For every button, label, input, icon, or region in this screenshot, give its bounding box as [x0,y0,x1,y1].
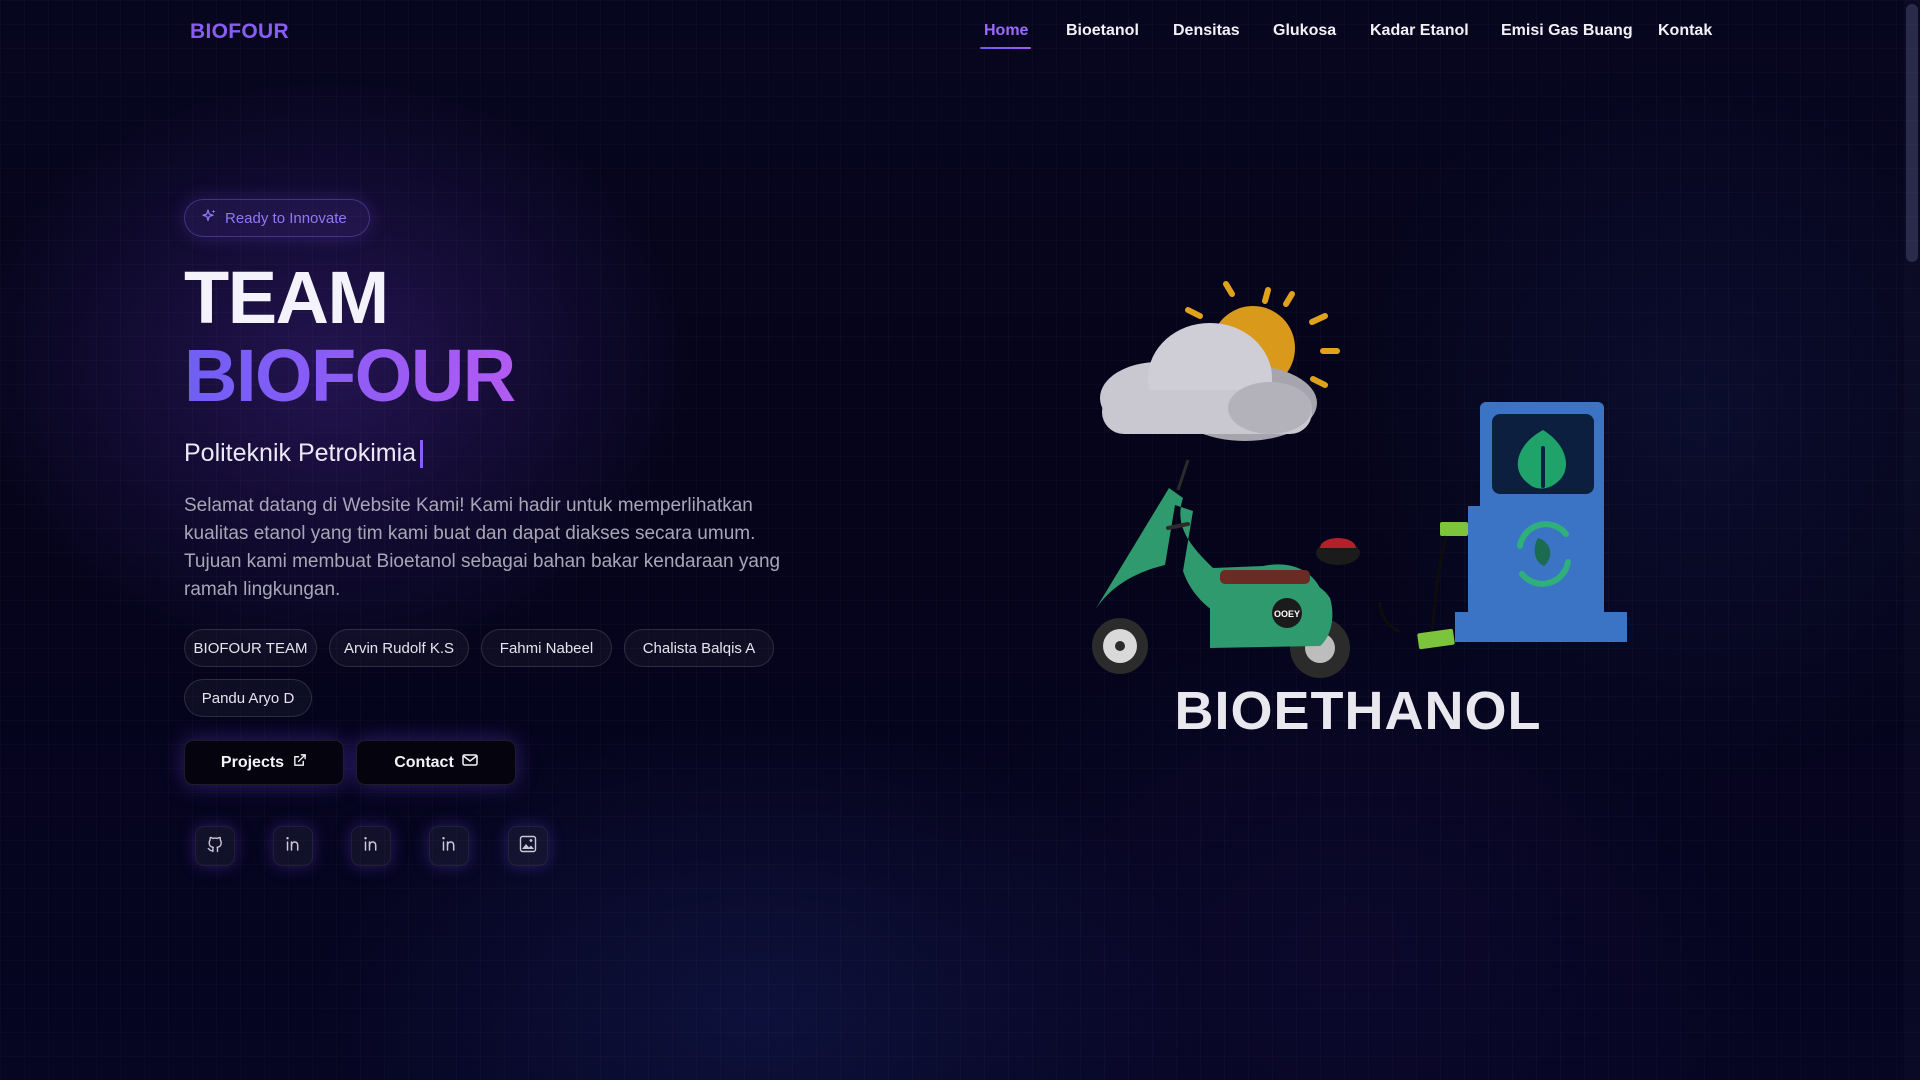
chip-team: BIOFOUR TEAM [184,629,317,667]
github-icon [206,835,224,858]
mail-icon [462,753,478,772]
github-link[interactable] [195,826,235,866]
hero-title-line2: BIOFOUR [184,334,516,417]
linkedin-link[interactable] [273,826,313,866]
sparkles-icon [201,208,217,229]
badge-label: Ready to Innovate [225,209,347,227]
linkedin-icon [362,835,380,858]
contact-button[interactable]: Contact [356,740,516,785]
chip-member: Fahmi Nabeel [481,629,612,667]
chip-member: Chalista Balqis A [624,629,774,667]
illustration-caption: BIOETHANOL [1174,681,1542,741]
scooter-icon: OOEY [1092,459,1360,678]
scrollbar[interactable] [1904,0,1920,1080]
nav-kadar-etanol[interactable]: Kadar Etanol [1370,22,1469,40]
chip-member: Pandu Aryo D [184,679,312,717]
linkedin-icon [284,835,302,858]
hero-subtitle: Politeknik Petrokimia [184,439,424,468]
typing-caret [420,439,424,468]
contact-button-label: Contact [394,753,454,771]
nav-active-indicator [980,47,1031,49]
projects-button[interactable]: Projects [184,740,344,785]
linkedin-link[interactable] [351,826,391,866]
projects-button-label: Projects [220,753,285,771]
brand-logo[interactable]: BIOFOUR [190,20,289,44]
nav-bioetanol[interactable]: Bioetanol [1066,22,1139,40]
nav-emisi-gas-buang[interactable]: Emisi Gas Buang [1501,22,1633,40]
nav-home[interactable]: Home [984,22,1028,40]
fuel-pump-icon [1378,402,1627,650]
bioethanol-illustration: OOEY [1092,281,1627,678]
scooter-badge: OOEY [1274,609,1300,619]
team-chips: BIOFOUR TEAM Arvin Rudolf K.S Fahmi Nabe… [184,629,804,719]
subtitle-text: Politeknik Petrokimia [184,439,417,467]
hero-description: Selamat datang di Website Kami! Kami had… [184,495,781,600]
external-link-icon [292,753,307,773]
hero-title-line1: TEAM [184,256,389,339]
nav-glukosa[interactable]: Glukosa [1273,22,1336,40]
image-icon [519,835,537,858]
main-nav: Home Bioetanol Densitas Glukosa Kadar Et… [960,22,1720,52]
linkedin-icon [440,835,458,858]
chip-member: Arvin Rudolf K.S [329,629,469,667]
nav-densitas[interactable]: Densitas [1173,22,1240,40]
gallery-link[interactable] [508,826,548,866]
linkedin-link[interactable] [429,826,469,866]
nav-kontak[interactable]: Kontak [1658,22,1712,40]
ready-badge: Ready to Innovate [184,199,370,237]
scrollbar-thumb[interactable] [1906,4,1918,262]
